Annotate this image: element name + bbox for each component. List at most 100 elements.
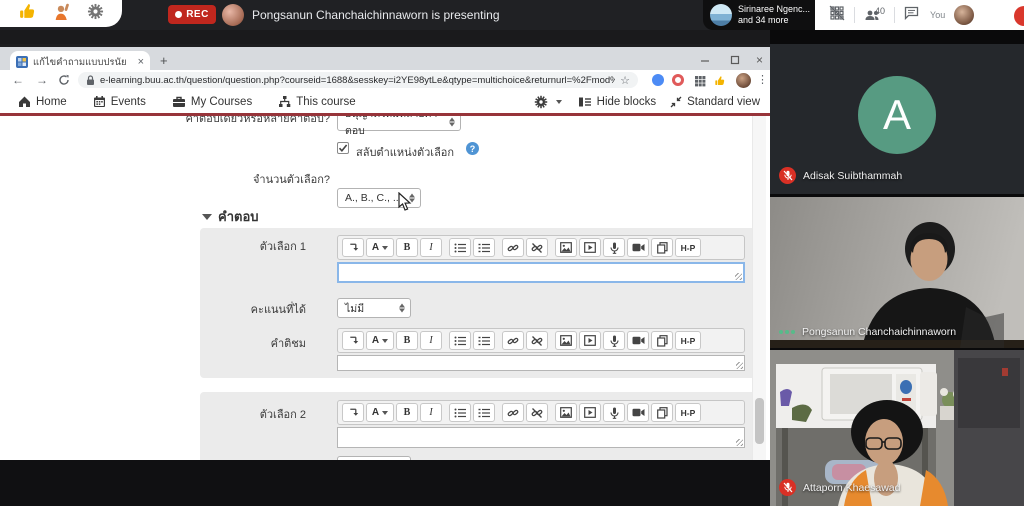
toolbar-format-button[interactable]: A	[366, 331, 394, 350]
tab-close-icon[interactable]: ×	[138, 56, 144, 68]
nav-my-courses[interactable]: My Courses	[172, 95, 252, 108]
toolbar-unordered-list-button[interactable]	[449, 331, 471, 350]
raise-hand-icon[interactable]	[52, 2, 71, 26]
toolbar-unlink-button[interactable]	[526, 331, 548, 350]
browser-menu-icon[interactable]: ⋮	[757, 73, 768, 86]
toolbar-image-button[interactable]	[555, 238, 577, 257]
extension-blue-icon[interactable]	[652, 74, 664, 86]
chevron-down-icon	[382, 246, 388, 250]
grade-select[interactable]: ไม่มี	[337, 298, 411, 318]
toolbar-collapse-button[interactable]	[342, 331, 364, 350]
choice2-panel: ตัวเลือก 2 A B I	[200, 392, 756, 460]
toolbar-media-button[interactable]	[579, 403, 601, 422]
bookmark-star-icon[interactable]: ☆	[620, 74, 630, 87]
video-tile-adisak[interactable]: A Adisak Suibthammah	[770, 44, 1024, 194]
toolbar-bold-button[interactable]: B	[396, 238, 418, 257]
people-button[interactable]: 40	[864, 8, 885, 22]
leave-call-button[interactable]	[1014, 6, 1024, 26]
toolbar-image-button[interactable]	[555, 331, 577, 350]
nav-this-course[interactable]: This course	[278, 95, 355, 108]
toolbar-unlink-button[interactable]	[526, 403, 548, 422]
toolbar-ordered-list-button[interactable]	[473, 238, 495, 257]
toolbar-managefiles-button[interactable]	[651, 403, 673, 422]
toolbar-unlink-button[interactable]	[526, 238, 548, 257]
toolbar-format-button[interactable]: A	[366, 403, 394, 422]
choice2-editor: A B I H-	[337, 400, 745, 448]
nav-hide-blocks[interactable]: Hide blocks	[578, 96, 656, 108]
toolbar-record-video-button[interactable]	[627, 331, 649, 350]
nav-home[interactable]: Home	[18, 95, 67, 108]
toolbar-collapse-button[interactable]	[342, 238, 364, 257]
toolbar-link-button[interactable]	[502, 238, 524, 257]
toolbar-ordered-list-button[interactable]	[473, 403, 495, 422]
screen: REC Pongsanun Chanchaichinnaworn is pres…	[0, 0, 1024, 506]
feedback-textarea[interactable]	[337, 355, 745, 371]
thumbs-up-icon[interactable]	[18, 2, 37, 26]
resize-grip[interactable]	[736, 439, 743, 446]
h5p-letters: H-P	[681, 408, 696, 418]
single-multi-label: คำตอบเดียวหรือหลายคำตอบ?	[118, 116, 330, 126]
help-icon[interactable]: ?	[466, 142, 479, 155]
forward-button[interactable]: →	[36, 73, 48, 87]
toolbar-bold-button[interactable]: B	[396, 403, 418, 422]
toolbar-format-button[interactable]: A	[366, 238, 394, 257]
chevron-down-icon	[556, 100, 562, 104]
toolbar-collapse-button[interactable]	[342, 403, 364, 422]
nav-events[interactable]: Events	[93, 95, 146, 108]
single-multi-select[interactable]: อนุญาตให้มีหลายคำตอบ	[337, 116, 461, 131]
toolbar-h5p-button[interactable]: H-P	[675, 238, 701, 257]
chat-icon[interactable]	[904, 6, 919, 25]
new-tab-button[interactable]: +	[160, 53, 168, 68]
window-close-button[interactable]: ×	[756, 55, 763, 65]
toolbar-unordered-list-button[interactable]	[449, 403, 471, 422]
speaking-indicator-icon	[779, 330, 795, 334]
toolbar-record-video-button[interactable]	[627, 403, 649, 422]
toolbar-record-audio-button[interactable]	[603, 403, 625, 422]
toolbar-italic-button[interactable]: I	[420, 331, 442, 350]
nav-standard-view[interactable]: Standard view	[670, 96, 760, 108]
desktop-strip	[0, 30, 770, 44]
url-bar[interactable]: e-learning.buu.ac.th/question/question.p…	[78, 72, 638, 88]
page-scrollbar[interactable]	[752, 116, 766, 460]
back-button[interactable]: ←	[12, 73, 24, 87]
toolbar-unordered-list-button[interactable]	[449, 238, 471, 257]
toolbar-record-video-button[interactable]	[627, 238, 649, 257]
toolbar-bold-button[interactable]: B	[396, 331, 418, 350]
toolbar-record-audio-button[interactable]	[603, 238, 625, 257]
answers-section-header[interactable]: คำตอบ	[202, 206, 259, 227]
participants-summary[interactable]: Sirinaree Ngenc... and 34 more	[703, 0, 815, 30]
toolbar-h5p-button[interactable]: H-P	[675, 331, 701, 350]
window-maximize-button[interactable]	[730, 55, 740, 68]
browser-profile-avatar[interactable]	[736, 73, 751, 88]
scrollbar-thumb[interactable]	[755, 398, 764, 444]
toolbar-image-button[interactable]	[555, 403, 577, 422]
people-count: 40	[875, 6, 885, 16]
toolbar-link-button[interactable]	[502, 331, 524, 350]
choice1-textarea[interactable]	[337, 262, 745, 283]
participant-name: Adisak Suibthammah	[803, 170, 902, 182]
reload-button[interactable]	[58, 74, 70, 89]
resize-grip[interactable]	[736, 362, 743, 369]
bold-letter: B	[404, 335, 411, 346]
choice2-textarea[interactable]	[337, 427, 745, 448]
resize-grip[interactable]	[735, 273, 742, 280]
toolbar-media-button[interactable]	[579, 331, 601, 350]
toolbar-managefiles-button[interactable]	[651, 238, 673, 257]
video-tile-attaporn[interactable]: Attaporn Khaesawad	[770, 350, 1024, 506]
gear-icon[interactable]	[87, 3, 104, 25]
page-content: คำตอบเดียวหรือหลายคำตอบ? อนุญาตให้มีหลาย…	[0, 116, 770, 460]
extension-red-icon[interactable]	[672, 74, 684, 86]
toolbar-record-audio-button[interactable]	[603, 331, 625, 350]
toolbar-media-button[interactable]	[579, 238, 601, 257]
toolbar-managefiles-button[interactable]	[651, 331, 673, 350]
toolbar-ordered-list-button[interactable]	[473, 331, 495, 350]
toolbar-italic-button[interactable]: I	[420, 238, 442, 257]
toolbar-italic-button[interactable]: I	[420, 403, 442, 422]
video-tile-pongsanun[interactable]: Pongsanun Chanchaichinnaworn	[770, 197, 1024, 348]
nav-admin-gear[interactable]	[534, 95, 562, 109]
shuffle-checkbox[interactable]	[337, 142, 349, 154]
toolbar-link-button[interactable]	[502, 403, 524, 422]
toolbar-h5p-button[interactable]: H-P	[675, 403, 701, 422]
grid-view-off-icon[interactable]	[829, 5, 845, 26]
window-minimize-button[interactable]	[700, 55, 710, 68]
